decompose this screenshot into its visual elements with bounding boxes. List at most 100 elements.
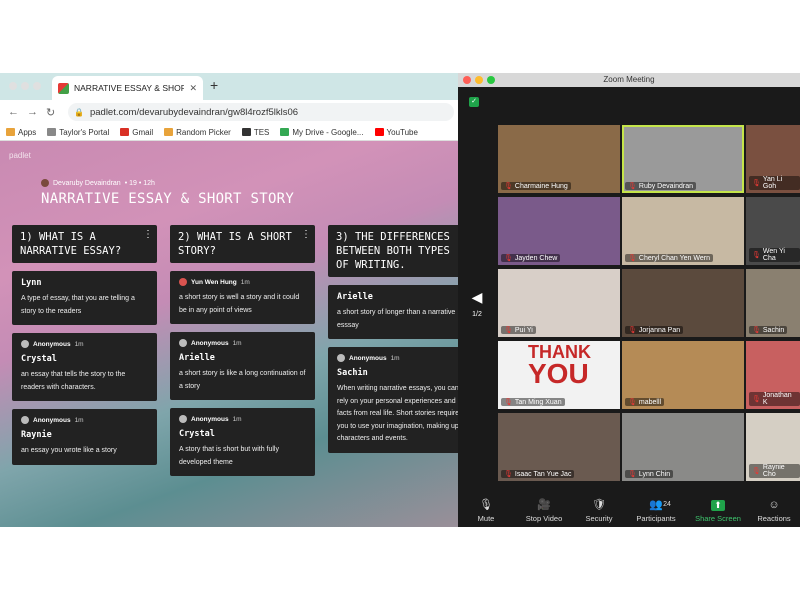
muted-mic-icon: 🎙 [628, 183, 637, 190]
post-card[interactable]: Yun Wen Hung 1m a short story is well a st… [170, 271, 315, 324]
bookmark-item[interactable]: TES [241, 128, 269, 137]
participant-name: Raynie Cho [762, 464, 785, 478]
author-avatar-icon [337, 354, 345, 362]
post-card[interactable]: Anonymous 1m Sachin When writing narrative … [328, 347, 458, 453]
close-window-button[interactable] [9, 82, 17, 90]
more-options-icon[interactable]: ⋮ [301, 228, 311, 242]
maximize-window-button[interactable] [487, 76, 495, 84]
back-arrow-icon[interactable]: ← [8, 106, 19, 118]
post-author-line: Anonymous 1m [21, 340, 148, 348]
address-bar[interactable]: 🔒 padlet.com/devarubydevaindran/gw8l4roz… [68, 103, 454, 121]
post-author: Yun Wen Hung [191, 278, 237, 286]
board-author-line: Devaruby Devaindran • 19 • 12h [41, 179, 155, 187]
bookmark-item[interactable]: Apps [6, 128, 36, 137]
post-body: A type of essay, that you are telling a … [21, 295, 135, 315]
post-time: 1m [240, 278, 250, 286]
participant-video-tile[interactable]: 🎙 Jonathan K [746, 341, 800, 409]
participant-name-label: 🎙 Pui Yi [501, 326, 536, 334]
participant-name-label: 🎙 Jonathan K [749, 392, 800, 406]
security-button[interactable]: 🛡 Security [574, 496, 624, 527]
column-heading-text: 2) WHAT IS A SHORT STORY? [178, 231, 292, 257]
minimize-window-button[interactable] [21, 82, 29, 90]
post-card[interactable]: Anonymous 1m Arielle a short story is like … [170, 332, 315, 400]
post-time: 1m [390, 354, 400, 362]
column-heading: 3) THE DIFFERENCES BETWEEN BOTH TYPES OF… [328, 225, 458, 277]
tab-bar: NARRATIVE ESSAY & SHORT S ✕ + [0, 73, 458, 100]
participant-name: Jayden Chew [514, 254, 558, 262]
muted-mic-icon: 🎙 [752, 180, 761, 187]
bookmark-item[interactable]: Gmail [120, 128, 153, 137]
participants-icon: 👥 [649, 499, 663, 511]
muted-mic-icon: 🎙 [752, 396, 761, 403]
participant-name-label: 🎙 Isaac Tan Yue Jac [501, 470, 575, 478]
thank-you-word: YOU [528, 358, 589, 389]
post-card[interactable]: Lynn A type of essay, that you are tellin… [12, 271, 157, 325]
post-author-line: Yun Wen Hung 1m [179, 278, 306, 286]
post-body: a short story is like a long continuatio… [179, 370, 306, 390]
maximize-window-button[interactable] [33, 82, 41, 90]
more-options-icon[interactable]: ⋮ [143, 228, 153, 242]
participant-video-tile[interactable]: 🎙 Ruby Devaindran [622, 125, 744, 193]
forward-arrow-icon[interactable]: → [27, 106, 38, 118]
participant-video-tile[interactable]: 🎙 Jorjanna Pan [622, 269, 744, 337]
reactions-button[interactable]: ☺ Reactions [748, 496, 800, 527]
post-author: Anonymous [191, 415, 229, 423]
post-card[interactable]: Anonymous 1m Crystal A story that is short … [170, 408, 315, 476]
participant-video-tile[interactable]: 🎙 Lynn Chin [622, 413, 744, 481]
gallery-prev-page[interactable]: ◀ 1/2 [460, 283, 494, 335]
participant-video-tile[interactable]: 🎙 Yan Li Goh [746, 125, 800, 193]
stop-video-button[interactable]: 🎥 Stop Video [514, 496, 574, 527]
participant-video-tile[interactable]: 🎙 Isaac Tan Yue Jac [498, 413, 620, 481]
post-time: 1m [74, 416, 84, 424]
author-avatar-icon [179, 415, 187, 423]
participant-name-label: 🎙 Ruby Devaindran [625, 182, 696, 190]
participants-button[interactable]: 👥 24 Participants [624, 496, 688, 527]
author-avatar [41, 179, 49, 187]
participant-name: Lynn Chin [638, 470, 671, 478]
muted-mic-icon: 🎙 [504, 255, 513, 262]
shield-icon: 🛡 [592, 499, 606, 511]
participant-video-tile[interactable]: 🎙 Sachin [746, 269, 800, 337]
participant-video-tile[interactable]: 🎙 Raynie Cho [746, 413, 800, 481]
participant-video-tile[interactable]: 🎙 mabelll [622, 341, 744, 409]
author-avatar-icon [21, 416, 29, 424]
participant-name-label: 🎙 Sachin [749, 326, 788, 334]
post-card[interactable]: Anonymous 1m Crystal an essay that tells th… [12, 333, 157, 401]
chevron-left-icon: ◀ [471, 289, 483, 305]
apps-grid-icon [6, 128, 15, 136]
minimize-window-button[interactable] [475, 76, 483, 84]
bookmark-item[interactable]: YouTube [374, 128, 418, 137]
tes-icon [241, 128, 251, 136]
muted-mic-icon: 🎙 [752, 468, 761, 475]
participant-name-label: 🎙 Tan Ming Xuan [501, 398, 565, 406]
browser-tab[interactable]: NARRATIVE ESSAY & SHORT S ✕ [52, 76, 203, 100]
control-label: Mute [477, 514, 495, 523]
participant-video-tile[interactable]: THANK YOU 🎙 Tan Ming Xuan [498, 341, 620, 409]
participant-name-label: 🎙 Wen Yi Cha [749, 248, 800, 262]
post-card[interactable]: Arielle a short story of longer than a na… [328, 285, 458, 339]
lock-icon: 🔒 [74, 107, 84, 117]
bookmark-item[interactable]: Random Picker [164, 128, 231, 137]
participant-name: Jorjanna Pan [638, 326, 681, 334]
close-window-button[interactable] [463, 76, 471, 84]
reload-icon[interactable]: ↻ [46, 106, 55, 119]
bookmark-item[interactable]: My Drive - Google... [280, 128, 364, 137]
participant-video-tile[interactable]: 🎙 Cheryl Chan Yen Wern [622, 197, 744, 265]
close-tab-icon[interactable]: ✕ [189, 83, 197, 94]
post-author-line: Anonymous 1m [179, 415, 306, 423]
bookmark-item[interactable]: Taylor's Portal [47, 128, 109, 137]
participant-video-tile[interactable]: 🎙 Wen Yi Cha [746, 197, 800, 265]
participant-name: Tan Ming Xuan [514, 398, 562, 406]
new-tab-button[interactable]: + [210, 77, 218, 93]
encryption-shield-icon[interactable]: ✓ [469, 97, 479, 107]
padlet-column: 2) WHAT IS A SHORT STORY? ⋮ Yun Wen Hung 1m… [170, 225, 315, 476]
participant-video-tile[interactable]: 🎙 Pui Yi [498, 269, 620, 337]
participant-video-tile[interactable]: 🎙 Jayden Chew [498, 197, 620, 265]
mute-button[interactable]: 🎙 Mute [458, 496, 514, 527]
share-screen-button[interactable]: ⬆ Share Screen [688, 496, 748, 527]
post-card[interactable]: Anonymous 1m Raynie an essay you wrote like… [12, 409, 157, 465]
control-label: Stop Video [525, 514, 563, 523]
participant-video-tile[interactable]: 🎙 Charmaine Hung [498, 125, 620, 193]
padlet-logo[interactable]: padlet [9, 151, 31, 160]
muted-mic-icon: 🎙 [504, 471, 513, 478]
